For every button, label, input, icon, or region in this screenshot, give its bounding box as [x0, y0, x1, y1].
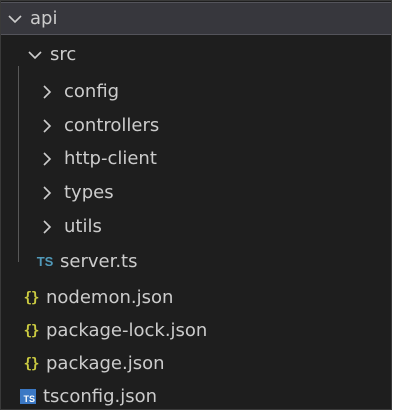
tree-file-package-json[interactable]: {} package.json [0, 347, 392, 380]
tree-folder-src[interactable]: src [0, 38, 392, 71]
tree-label: utils [64, 216, 102, 237]
chevron-right-icon [38, 184, 56, 202]
chevron-right-icon [38, 117, 56, 135]
tree-label: controllers [64, 115, 160, 136]
chevron-down-icon [26, 46, 44, 64]
tree-folder-http-client[interactable]: http-client [0, 142, 392, 175]
tree-label: server.ts [60, 251, 138, 272]
json-icon: {} [23, 289, 40, 306]
chevron-right-icon [38, 150, 56, 168]
tree-label: api [30, 8, 58, 29]
tree-folder-config[interactable]: config [0, 75, 392, 108]
tree-folder-controllers[interactable]: controllers [0, 109, 392, 142]
tree-label: http-client [64, 148, 157, 169]
tree-file-tsconfig-json[interactable]: TS tsconfig.json [0, 380, 392, 410]
tree-label: config [64, 81, 120, 102]
tree-label: package-lock.json [46, 320, 208, 341]
chevron-right-icon [38, 218, 56, 236]
tree-label: package.json [46, 353, 165, 374]
tree-file-server-ts[interactable]: TS server.ts [0, 245, 392, 278]
tree-folder-utils[interactable]: utils [0, 210, 392, 243]
tree-label: src [50, 44, 77, 65]
tree-label: nodemon.json [46, 287, 174, 308]
tree-file-package-lock-json[interactable]: {} package-lock.json [0, 314, 392, 347]
chevron-right-icon [38, 83, 56, 101]
json-icon: {} [23, 355, 40, 372]
tree-file-nodemon-json[interactable]: {} nodemon.json [0, 281, 392, 314]
typescript-icon: TS [36, 254, 54, 269]
tree-label: tsconfig.json [43, 386, 158, 407]
tsconfig-icon: TS [20, 389, 36, 404]
tree-folder-types[interactable]: types [0, 176, 392, 209]
chevron-down-icon [6, 10, 24, 28]
tree-folder-api[interactable]: api [0, 2, 392, 35]
json-icon: {} [23, 322, 40, 339]
tree-label: types [64, 182, 114, 203]
file-explorer: api src config controllers http-client t… [0, 0, 392, 410]
